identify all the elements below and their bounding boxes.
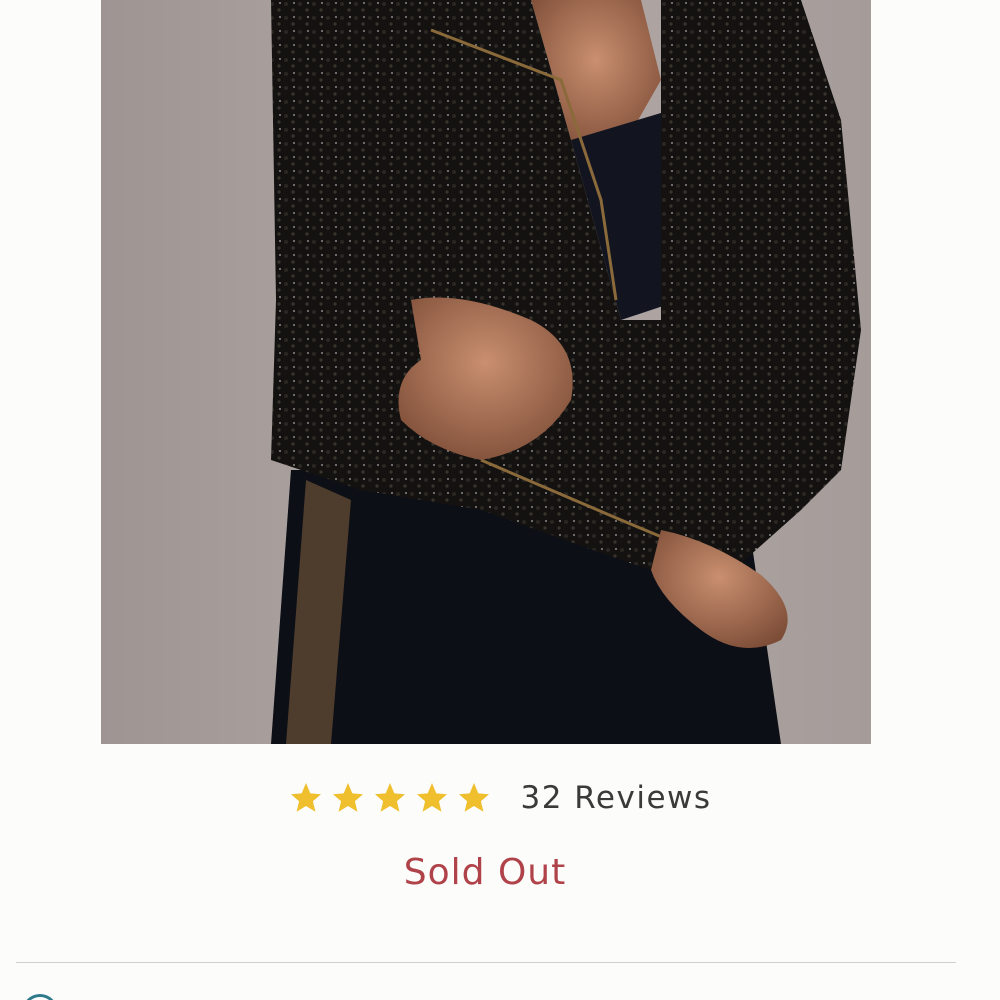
star-icon [417, 783, 448, 812]
product-detail-page: 32 Reviews Sold Out [0, 0, 1000, 1000]
reviews-link[interactable]: 32 Reviews [520, 780, 711, 816]
star-icon [459, 783, 490, 812]
star-icon [291, 783, 322, 812]
jacket-photo [101, 0, 871, 744]
info-icon[interactable] [22, 994, 58, 1000]
star-icon [333, 783, 364, 812]
rating-row[interactable]: 32 Reviews [0, 772, 1000, 824]
section-divider [16, 962, 956, 963]
star-rating [288, 780, 492, 816]
product-image[interactable] [101, 0, 871, 744]
sold-out-status: Sold Out [403, 852, 567, 893]
star-icon [375, 783, 406, 812]
